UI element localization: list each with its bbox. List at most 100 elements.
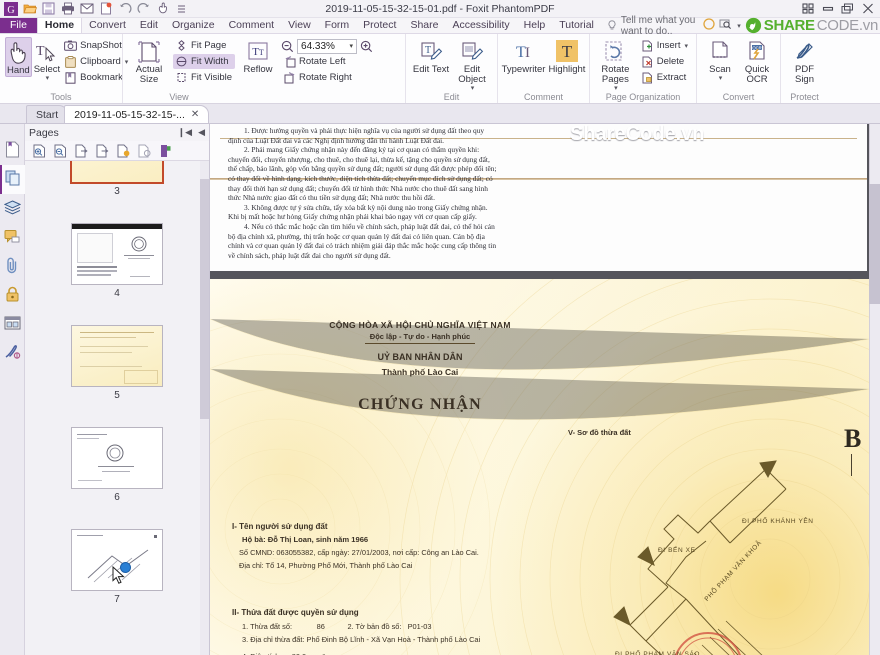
tab-file[interactable]: File	[0, 18, 37, 33]
chevron-down-icon[interactable]: ▾	[684, 42, 688, 50]
scrollbar-thumb[interactable]	[869, 184, 880, 304]
rotate-pages-button[interactable]: Rotate Pages ▾	[595, 37, 636, 92]
collapse-panel-icon[interactable]: ◀	[198, 127, 205, 138]
page-thumbnail-list[interactable]: 3 4 5 6 7	[25, 161, 209, 655]
scrollbar-thumb[interactable]	[200, 179, 209, 419]
tab-home[interactable]: Home	[36, 18, 83, 33]
tab-share[interactable]: Share	[403, 18, 445, 33]
search-icon[interactable]	[719, 18, 732, 33]
highlight-button[interactable]: T Highlight	[547, 37, 586, 75]
close-button[interactable]	[861, 3, 874, 15]
bookmark-button[interactable]: Bookmark	[62, 70, 131, 85]
edit-text-button[interactable]: T Edit Text	[411, 37, 451, 75]
viewer-scrollbar[interactable]	[869, 124, 880, 655]
delete-page-button[interactable]: Delete	[639, 54, 691, 69]
sidebar-item-comments[interactable]	[0, 223, 25, 252]
list-item[interactable]: 4	[25, 223, 209, 299]
clipboard-button[interactable]: Clipboard ▾	[62, 54, 131, 69]
zoom-in-icon[interactable]	[360, 40, 373, 53]
close-icon[interactable]: ✕	[191, 109, 199, 120]
save-icon[interactable]	[40, 1, 57, 17]
rotate-right-button[interactable]: Rotate Right	[281, 70, 373, 85]
replace-pages-icon[interactable]	[117, 144, 130, 158]
page-thumbnail[interactable]	[71, 223, 163, 285]
pages-panel-scrollbar[interactable]	[200, 161, 209, 655]
page-thumbnail[interactable]	[71, 427, 163, 489]
foxit-logo-icon[interactable]: G	[2, 1, 19, 17]
tab-help[interactable]: Help	[517, 18, 553, 33]
fit-visible-button[interactable]: Fit Visible	[173, 70, 235, 85]
tab-edit[interactable]: Edit	[133, 18, 165, 33]
page-thumbnail[interactable]	[71, 325, 163, 387]
sidebar-item-security[interactable]	[0, 281, 25, 310]
touch-mode-icon[interactable]	[154, 1, 171, 17]
scan-button[interactable]: Scan ▾	[702, 37, 738, 82]
tab-convert[interactable]: Convert	[82, 18, 133, 33]
list-item[interactable]: 5	[25, 325, 209, 401]
chevron-down-icon[interactable]: ▾	[471, 85, 475, 92]
tab-form[interactable]: Form	[318, 18, 357, 33]
zoom-out-icon[interactable]	[281, 40, 294, 53]
page-thumbnail[interactable]	[71, 529, 163, 591]
sidebar-item-bookmarks[interactable]	[0, 136, 25, 165]
tell-me-search[interactable]: Tell me what you want to do..	[607, 15, 703, 37]
hand-tool-button[interactable]: Hand	[5, 37, 32, 77]
tab-protect[interactable]: Protect	[356, 18, 403, 33]
rotate-left-button[interactable]: Rotate Left	[281, 54, 373, 69]
zoom-in-thumbnail-icon[interactable]	[33, 144, 46, 158]
sidebar-item-fields[interactable]	[0, 310, 25, 339]
pdf-viewer[interactable]: 1. Được hưởng quyền và phải thực hiện ng…	[210, 124, 880, 655]
insert-pages-icon[interactable]	[75, 144, 88, 158]
minimize-button[interactable]	[821, 3, 834, 15]
fit-page-button[interactable]: Fit Page	[173, 38, 235, 53]
extract-pages-icon[interactable]	[96, 144, 109, 158]
section-1-line-1: Hộ bà: Đỗ Thị Loan, sinh năm 1966	[242, 535, 369, 544]
delete-pages-icon[interactable]	[138, 144, 151, 158]
actual-size-button[interactable]: Actual Size	[128, 37, 170, 85]
typewriter-button[interactable]: TI Typewriter	[501, 37, 547, 75]
list-item[interactable]: 7	[25, 529, 209, 605]
tab-comment[interactable]: Comment	[222, 18, 282, 33]
insert-page-button[interactable]: Insert ▾	[639, 38, 691, 53]
email-icon[interactable]	[78, 1, 95, 17]
expand-panel-icon[interactable]: ❙◀	[178, 127, 192, 138]
sidebar-item-signatures[interactable]	[0, 339, 25, 368]
sidebar-item-pages[interactable]	[0, 165, 25, 194]
document-tab-current[interactable]: 2019-11-05-15-32-15-... ✕	[64, 105, 210, 123]
undo-icon[interactable]	[116, 1, 133, 17]
list-item[interactable]: 6	[25, 427, 209, 503]
account-icon[interactable]	[703, 18, 715, 33]
document-tab-start[interactable]: Start	[26, 105, 69, 123]
customize-quick-access-icon[interactable]	[173, 1, 190, 17]
chevron-down-icon[interactable]: ▾	[719, 75, 723, 82]
create-pdf-icon[interactable]	[97, 1, 114, 17]
select-tool-button[interactable]: T Select ▾	[33, 37, 61, 82]
pdf-sign-button[interactable]: PDF Sign	[786, 37, 823, 85]
edit-object-button[interactable]: Edit Object ▾	[452, 37, 492, 92]
maximize-button[interactable]	[841, 3, 854, 15]
page-properties-icon[interactable]	[159, 144, 172, 158]
extract-page-button[interactable]: Extract	[639, 70, 691, 85]
zoom-level-field[interactable]: 64.33% ▾	[297, 38, 358, 54]
chevron-down-icon[interactable]: ▾	[46, 75, 50, 82]
ribbon-display-options-button[interactable]	[801, 3, 814, 15]
chevron-down-icon[interactable]: ▾	[737, 22, 741, 30]
fit-width-button[interactable]: Fit Width	[173, 54, 236, 69]
tab-accessibility[interactable]: Accessibility	[445, 18, 516, 33]
tab-view[interactable]: View	[281, 18, 318, 33]
sidebar-item-layers[interactable]	[0, 194, 25, 223]
tab-organize[interactable]: Organize	[165, 18, 222, 33]
sidebar-item-attachments[interactable]	[0, 252, 25, 281]
snapshot-button[interactable]: SnapShot	[62, 38, 131, 53]
quick-ocr-button[interactable]: OCR Quick OCR	[739, 37, 775, 85]
chevron-down-icon[interactable]: ▾	[350, 42, 354, 50]
open-icon[interactable]	[21, 1, 38, 17]
tab-tutorial[interactable]: Tutorial	[552, 18, 601, 33]
chevron-down-icon[interactable]: ▾	[614, 85, 618, 92]
list-item[interactable]: 3	[25, 161, 209, 197]
page-thumbnail[interactable]	[71, 161, 163, 183]
zoom-out-thumbnail-icon[interactable]	[54, 144, 67, 158]
print-icon[interactable]	[59, 1, 76, 17]
reflow-button[interactable]: TT Reflow	[239, 37, 277, 75]
redo-icon[interactable]	[135, 1, 152, 17]
